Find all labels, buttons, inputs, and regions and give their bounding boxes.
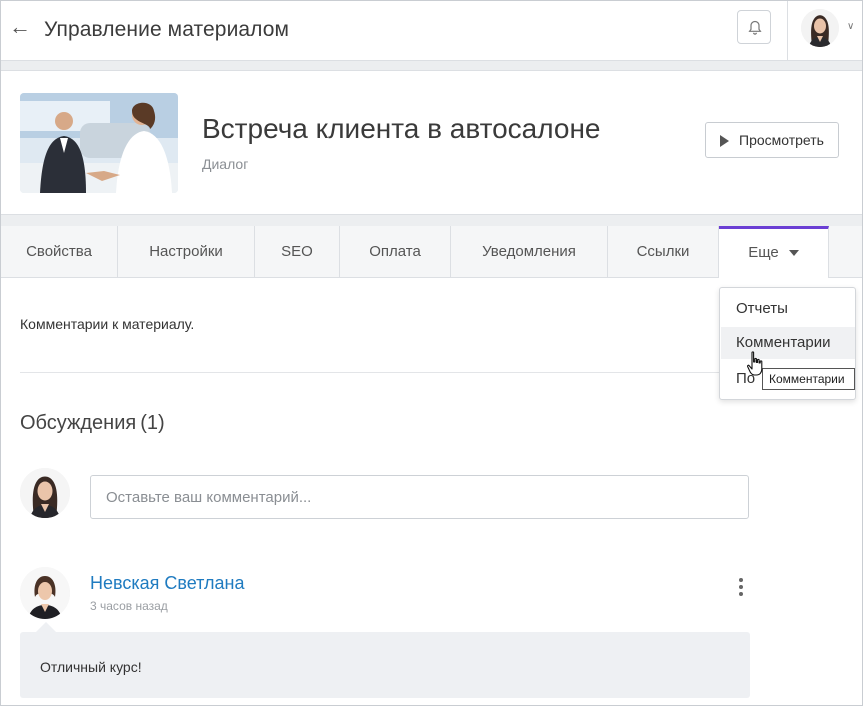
play-icon <box>720 135 729 147</box>
user-menu[interactable]: ∨ <box>801 9 859 49</box>
tab-label: Свойства <box>26 243 92 260</box>
comment-time: 3 часов назад <box>90 599 168 613</box>
section-description: Комментарии к материалу. <box>20 316 195 332</box>
tab-notifications[interactable]: Уведомления <box>451 226 608 278</box>
tab-seo[interactable]: SEO <box>255 226 340 278</box>
header-divider <box>787 1 788 60</box>
preview-button[interactable]: Просмотреть <box>705 122 839 158</box>
material-thumbnail <box>20 93 178 193</box>
menu-item-reports[interactable]: Отчеты <box>721 293 855 325</box>
material-card: Встреча клиента в автосалоне Диалог Прос… <box>1 71 862 214</box>
tab-links[interactable]: Ссылки <box>608 226 719 278</box>
app-window: ← Управление материалом ∨ Встреча клиент… <box>0 0 863 706</box>
current-user-avatar <box>20 468 70 518</box>
material-title: Встреча клиента в автосалоне <box>202 113 601 144</box>
discussions-title: Обсуждения <box>20 412 137 434</box>
header-band <box>1 61 862 71</box>
tab-label: Оплата <box>369 243 421 260</box>
card-band <box>1 214 862 226</box>
back-arrow-icon[interactable]: ← <box>7 14 33 42</box>
tab-label: Ссылки <box>636 243 690 260</box>
discussions-heading: Обсуждения (1) <box>20 412 165 435</box>
bell-icon <box>748 20 762 35</box>
tab-label: Настройки <box>149 243 223 260</box>
discussions-count: (1) <box>140 412 165 434</box>
material-type: Диалог <box>202 156 249 172</box>
preview-button-label: Просмотреть <box>739 132 824 148</box>
comment-author-avatar[interactable] <box>20 567 70 619</box>
tab-properties[interactable]: Свойства <box>1 226 118 278</box>
comment-input[interactable] <box>90 475 749 519</box>
tab-bar: Свойства Настройки SEO Оплата Уведомлени… <box>1 226 862 278</box>
tab-label: SEO <box>281 243 313 260</box>
top-bar: ← Управление материалом ∨ <box>1 1 862 61</box>
comment-text: Отличный курс! <box>40 659 142 675</box>
page-title: Управление материалом <box>44 18 290 41</box>
tab-more[interactable]: Еще <box>719 226 829 278</box>
caret-down-icon <box>788 250 799 257</box>
tab-label: Еще <box>748 244 779 261</box>
chevron-down-icon: ∨ <box>847 21 855 32</box>
notifications-button[interactable] <box>737 10 771 44</box>
tab-label: Уведомления <box>482 243 576 260</box>
menu-item-comments[interactable]: Комментарии <box>721 327 855 359</box>
tab-payment[interactable]: Оплата <box>340 226 451 278</box>
tooltip: Комментарии <box>762 368 855 390</box>
tab-settings[interactable]: Настройки <box>118 226 255 278</box>
more-vertical-icon[interactable] <box>731 575 751 599</box>
comment-author[interactable]: Невская Светлана <box>90 573 245 594</box>
hand-cursor-icon <box>746 351 763 376</box>
comment-bubble: Отличный курс! <box>20 632 750 698</box>
bubble-arrow <box>36 622 56 632</box>
user-avatar <box>801 9 839 47</box>
divider <box>20 372 730 373</box>
